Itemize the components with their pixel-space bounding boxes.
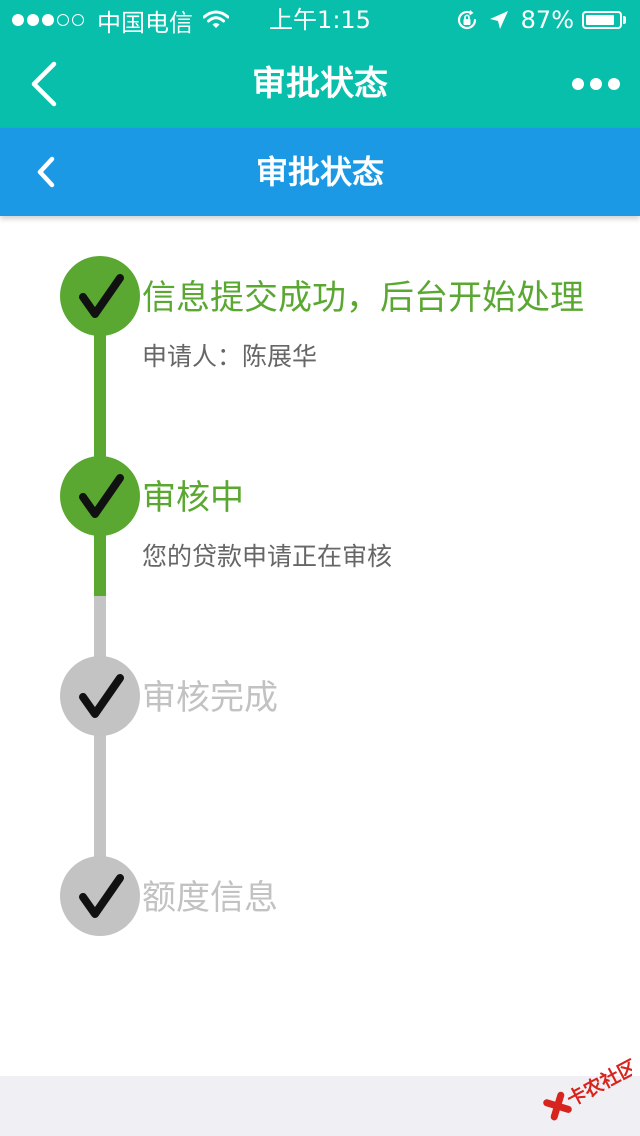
more-dots-icon	[590, 78, 602, 90]
status-right: 87%	[455, 6, 628, 34]
svg-text:卡农社区: 卡农社区	[563, 1055, 632, 1111]
status-bar: 中国电信 上午1:15 87%	[0, 0, 640, 40]
more-dots-icon	[608, 78, 620, 90]
location-icon	[489, 10, 521, 30]
step-2-title: 审核中	[142, 478, 244, 518]
approval-timeline: 信息提交成功，后台开始处理 申请人：陈展华 审核中 您的贷款申请正在审核 审核完…	[0, 216, 640, 1076]
step-2-check-icon	[60, 456, 140, 536]
timeline-connector-done	[94, 296, 106, 596]
battery-icon	[582, 10, 628, 30]
rotation-lock-icon	[455, 8, 489, 32]
timeline-connector-pending	[94, 596, 106, 896]
page-header: 审批状态	[0, 128, 640, 216]
wechat-nav-bar: 审批状态	[0, 40, 640, 128]
watermark-logo: 卡农社区	[532, 1044, 632, 1124]
step-1-check-icon	[60, 256, 140, 336]
page-title: 审批状态	[255, 153, 384, 191]
step-1-title: 信息提交成功，后台开始处理	[142, 278, 584, 318]
step-1-desc: 申请人：陈展华	[142, 342, 318, 371]
nav-title: 审批状态	[252, 64, 388, 104]
watermark-x-icon	[543, 1091, 572, 1121]
more-options-button[interactable]	[566, 64, 626, 104]
more-dots-icon	[572, 78, 584, 90]
step-4-check-icon	[60, 856, 140, 936]
battery-percent: 87%	[520, 6, 574, 34]
step-3-check-icon	[60, 656, 140, 736]
step-3-title: 审核完成	[142, 678, 278, 718]
step-4-title: 额度信息	[142, 878, 278, 918]
step-2-desc: 您的贷款申请正在审核	[142, 542, 393, 571]
